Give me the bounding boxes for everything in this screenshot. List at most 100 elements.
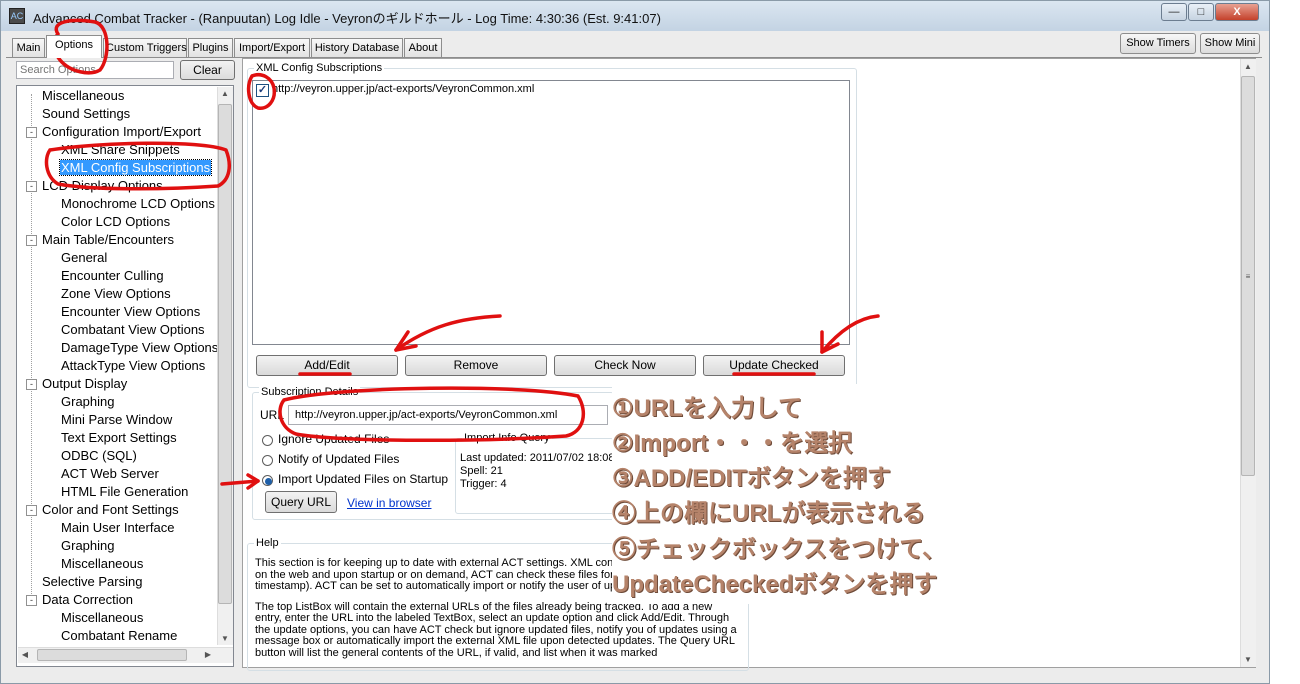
tab-import-export[interactable]: Import/Export [234, 38, 310, 57]
import-info-spell: Spell: 21 [460, 465, 503, 477]
tree-item[interactable]: XML Share Snippets [60, 141, 181, 159]
clear-button[interactable]: Clear [180, 60, 235, 80]
tree-item[interactable]: Text Export Settings [60, 429, 178, 447]
ignore-updated-radio[interactable] [262, 435, 273, 446]
tree-item[interactable]: Miscellaneous [41, 87, 125, 105]
view-in-browser-link[interactable]: View in browser [347, 496, 431, 510]
tree-hscroll-thumb[interactable] [37, 649, 187, 661]
check-now-button[interactable]: Check Now [554, 355, 696, 376]
maximize-button[interactable]: □ [1188, 3, 1214, 21]
tree-item[interactable]: General [60, 249, 108, 267]
tab-main[interactable]: Main [12, 38, 45, 57]
tree-item[interactable]: Selective Parsing [41, 573, 143, 591]
show-mini-button[interactable]: Show Mini [1200, 33, 1260, 54]
tree-collapse-icon[interactable]: - [26, 595, 37, 606]
notify-updated-label[interactable]: Notify of Updated Files [278, 452, 399, 466]
tab-history-database[interactable]: History Database [311, 38, 403, 57]
tree-item-label: Configuration Import/Export [42, 124, 201, 139]
tree-item[interactable]: DamageType View Options [60, 339, 219, 357]
add-edit-button[interactable]: Add/Edit [256, 355, 398, 376]
tree-item[interactable]: Graphing [60, 537, 115, 555]
options-tree[interactable]: Miscellaneous Sound Settings Configuration… [16, 85, 234, 667]
scroll-down-arrow-icon[interactable]: ▼ [218, 634, 232, 643]
tree-item[interactable]: Color LCD Options [60, 213, 171, 231]
tree-item-label: General [61, 250, 108, 265]
annotation-step-1: ①URLを入力して [612, 395, 803, 422]
tree-collapse-icon[interactable]: - [26, 505, 37, 516]
tab-about[interactable]: About [404, 38, 442, 57]
tree-item[interactable]: ACT Web Server [60, 465, 160, 483]
tree-collapse-icon[interactable]: - [26, 181, 37, 192]
tree-item[interactable]: Main User Interface [60, 519, 175, 537]
tree-item-label: Main Table/Encounters [42, 232, 175, 247]
subscription-details-legend: Subscription Details [259, 386, 361, 398]
tree-item[interactable]: Sound Settings [41, 105, 131, 123]
tree-item-label: Selective Parsing [42, 574, 143, 589]
tree-item[interactable]: Graphing [60, 393, 115, 411]
remove-button[interactable]: Remove [405, 355, 547, 376]
tree-item-label: Miscellaneous [42, 88, 125, 103]
annotation-step-5: ⑤チェックボックスをつけて、 [612, 536, 947, 563]
tree-item[interactable]: XML Config Subscriptions [58, 159, 213, 177]
tree-item-label: ACT Web Server [61, 466, 159, 481]
annotation-step-2: ②Import・・・を選択 [612, 430, 853, 457]
tree-item[interactable]: LCD Display Options [41, 177, 164, 195]
tree-item-label: Sound Settings [42, 106, 131, 121]
update-checked-button[interactable]: Update Checked [703, 355, 845, 376]
tab-plugins[interactable]: Plugins [188, 38, 233, 57]
search-options-input[interactable] [16, 61, 174, 79]
tree-item-label: HTML File Generation [61, 484, 189, 499]
tree-item-label: Mini Parse Window [61, 412, 173, 427]
tree-item[interactable]: Combatant Rename [60, 627, 178, 645]
minimize-button[interactable]: — [1161, 3, 1187, 21]
tree-collapse-icon[interactable]: - [26, 379, 37, 390]
tree-item-label: Miscellaneous [61, 556, 144, 571]
tree-item[interactable]: Configuration Import/Export [41, 123, 202, 141]
panel-scroll-down-icon[interactable]: ▼ [1241, 655, 1255, 664]
tree-item[interactable]: ODBC (SQL) [60, 447, 138, 465]
tree-item-label: Color and Font Settings [42, 502, 179, 517]
tab-custom-triggers[interactable]: Custom Triggers [103, 38, 187, 57]
tab-options[interactable]: Options [46, 35, 102, 58]
import-info-last-updated: Last updated: 2011/07/02 18:08 [460, 452, 615, 464]
scroll-right-arrow-icon[interactable]: ▶ [203, 650, 213, 659]
subscription-listbox[interactable] [252, 80, 850, 345]
show-timers-button[interactable]: Show Timers [1120, 33, 1196, 54]
tree-item[interactable]: AttackType View Options [60, 357, 206, 375]
import-on-startup-radio[interactable] [262, 475, 273, 486]
tree-item-label: Combatant View Options [61, 322, 205, 337]
panel-scroll-up-icon[interactable]: ▲ [1241, 62, 1255, 71]
notify-updated-radio[interactable] [262, 455, 273, 466]
tree-collapse-icon[interactable]: - [26, 127, 37, 138]
tree-item[interactable]: Miscellaneous [60, 555, 144, 573]
subscription-url-item[interactable]: http://veyron.upper.jp/act-exports/Veyro… [272, 83, 534, 95]
tree-item[interactable]: Mini Parse Window [60, 411, 173, 429]
query-url-button[interactable]: Query URL [265, 491, 337, 513]
ignore-updated-label[interactable]: Ignore Updated Files [278, 432, 389, 446]
tree-scroll-thumb[interactable] [218, 104, 232, 604]
tree-item-label: Monochrome LCD Options [61, 196, 215, 211]
tree-collapse-icon[interactable]: - [26, 235, 37, 246]
subscription-checkbox[interactable]: ✓ [256, 84, 269, 97]
tree-item[interactable]: Encounter Culling [60, 267, 165, 285]
tree-item[interactable]: Miscellaneous [60, 609, 144, 627]
tree-item[interactable]: Combatant View Options [60, 321, 206, 339]
close-button[interactable]: X [1215, 3, 1259, 21]
tree-item[interactable]: Encounter View Options [60, 303, 201, 321]
url-input[interactable] [288, 405, 608, 425]
tree-item[interactable]: Output Display [41, 375, 128, 393]
help-paragraph-2: The top ListBox will contain the externa… [255, 600, 737, 659]
import-info-trigger: Trigger: 4 [460, 478, 507, 490]
tree-item[interactable]: Main Table/Encounters [41, 231, 175, 249]
tree-item[interactable]: Data Correction [41, 591, 134, 609]
tree-item[interactable]: Color and Font Settings [41, 501, 180, 519]
tree-item[interactable]: Zone View Options [60, 285, 172, 303]
import-on-startup-label[interactable]: Import Updated Files on Startup [278, 472, 448, 486]
tree-item[interactable]: Monochrome LCD Options [60, 195, 216, 213]
scroll-left-arrow-icon[interactable]: ◀ [20, 650, 30, 659]
tree-item[interactable]: HTML File Generation [60, 483, 189, 501]
tree-item-label: Encounter View Options [61, 304, 201, 319]
scroll-up-arrow-icon[interactable]: ▲ [218, 89, 232, 98]
title-bar[interactable]: AC Advanced Combat Tracker - (Ranpuutan)… [1, 1, 1269, 31]
tree-item-label: DamageType View Options [61, 340, 219, 355]
